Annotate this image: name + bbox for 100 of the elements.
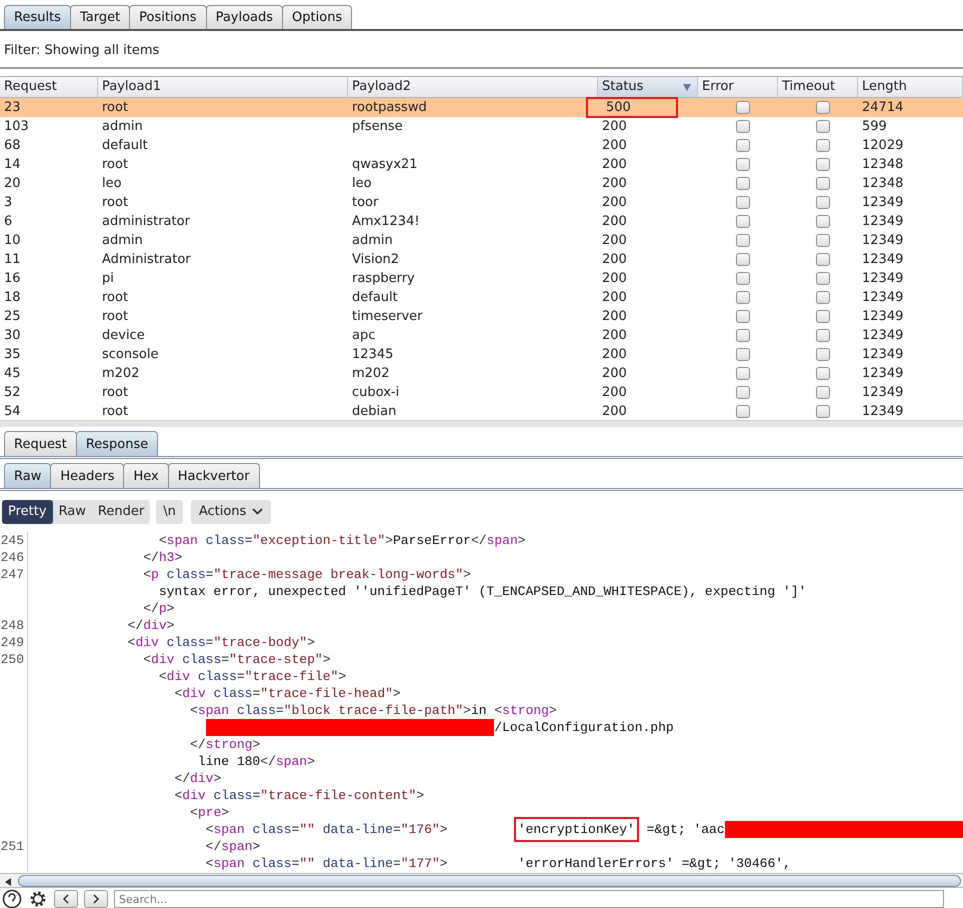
table-cell-text: 3 bbox=[3, 194, 14, 212]
table-cell-text: 200 bbox=[602, 156, 628, 174]
tab[interactable]: Target bbox=[70, 5, 130, 29]
table-cell-text: 200 bbox=[602, 384, 628, 402]
horizontal-scrollbar[interactable] bbox=[0, 873, 963, 888]
table-cell-text: 12345 bbox=[351, 346, 394, 364]
code-text: syntax error, unexpected ''unifiedPageT' (T_ENCAPSED_AND_WHITESPACE), expecting ']' bbox=[158, 583, 806, 600]
table-cell-text: qwasyx21 bbox=[351, 156, 419, 174]
checkbox[interactable] bbox=[736, 348, 750, 361]
table-cell-text: root bbox=[101, 384, 130, 402]
checkbox[interactable] bbox=[736, 215, 750, 228]
filter-label[interactable]: Filter: Showing all items bbox=[4, 43, 160, 58]
table-row[interactable]: 23 root rootpasswd 500 24714 bbox=[0, 98, 963, 117]
checkbox[interactable] bbox=[816, 234, 830, 247]
checkbox[interactable] bbox=[816, 158, 830, 171]
checkbox[interactable] bbox=[816, 177, 830, 190]
checkbox[interactable] bbox=[736, 177, 750, 190]
column-header[interactable]: Request bbox=[0, 77, 98, 98]
help-icon[interactable] bbox=[2, 889, 22, 908]
newline-button[interactable]: \n bbox=[156, 500, 183, 524]
tab[interactable]: Options bbox=[282, 5, 352, 29]
checkbox[interactable] bbox=[816, 405, 830, 418]
code-text: </span> bbox=[206, 838, 260, 855]
checkbox[interactable] bbox=[816, 348, 830, 361]
checkbox[interactable] bbox=[736, 272, 750, 285]
table-cell-text: 12349 bbox=[861, 194, 904, 212]
table-cell-text: Vision2 bbox=[351, 251, 400, 269]
column-header[interactable]: Status bbox=[598, 77, 698, 98]
checkbox[interactable] bbox=[736, 310, 750, 323]
table-cell-text: 200 bbox=[602, 327, 628, 345]
actions-button[interactable]: Actions bbox=[190, 500, 272, 524]
table-cell-text: 12349 bbox=[861, 403, 904, 419]
tab[interactable]: Hackvertor bbox=[168, 463, 260, 488]
line-number: 249 bbox=[0, 634, 28, 651]
table-cell-text: 25 bbox=[3, 308, 22, 326]
table-cell-text: admin bbox=[351, 232, 394, 250]
checkbox[interactable] bbox=[736, 291, 750, 304]
table-cell-text: 18 bbox=[3, 289, 22, 307]
sort-icon[interactable] bbox=[683, 84, 691, 90]
checkbox[interactable] bbox=[816, 196, 830, 209]
checkbox[interactable] bbox=[736, 120, 750, 133]
checkbox[interactable] bbox=[816, 291, 830, 304]
column-header[interactable]: Payload1 bbox=[98, 77, 348, 98]
table-cell-text: 103 bbox=[3, 118, 30, 136]
table-cell-text: root bbox=[101, 99, 130, 117]
column-header[interactable]: Error bbox=[698, 77, 778, 98]
table-cell-text: root bbox=[101, 403, 130, 419]
table-cell-text: 200 bbox=[602, 137, 628, 155]
tab[interactable]: Hex bbox=[123, 463, 169, 488]
code-text: </strong> bbox=[190, 736, 260, 753]
table-cell-text: 12029 bbox=[861, 137, 904, 155]
tab[interactable]: Request bbox=[4, 431, 77, 456]
checkbox[interactable] bbox=[816, 215, 830, 228]
checkbox[interactable] bbox=[736, 234, 750, 247]
line-number: 246 bbox=[0, 549, 28, 566]
table-cell-text: 10 bbox=[3, 232, 22, 250]
tab[interactable]: Response bbox=[76, 431, 158, 456]
column-header[interactable]: Length bbox=[858, 77, 963, 98]
checkbox[interactable] bbox=[816, 139, 830, 152]
table-cell-text: pi bbox=[101, 270, 115, 288]
checkbox[interactable] bbox=[736, 101, 750, 114]
code-text: <div class="trace-step"> bbox=[143, 651, 331, 668]
line-number: 248 bbox=[0, 617, 28, 634]
checkbox[interactable] bbox=[816, 367, 830, 380]
checkbox[interactable] bbox=[816, 386, 830, 399]
checkbox[interactable] bbox=[736, 405, 750, 418]
checkbox[interactable] bbox=[816, 101, 830, 114]
table-cell-text: admin bbox=[101, 118, 144, 136]
checkbox[interactable] bbox=[816, 120, 830, 133]
checkbox[interactable] bbox=[736, 386, 750, 399]
checkbox[interactable] bbox=[736, 158, 750, 171]
checkbox[interactable] bbox=[736, 139, 750, 152]
checkbox[interactable] bbox=[736, 329, 750, 342]
column-header[interactable]: Timeout bbox=[778, 77, 858, 98]
table-cell-text: 12348 bbox=[861, 156, 904, 174]
table-cell-text: 16 bbox=[3, 270, 22, 288]
table-cell-text: 200 bbox=[602, 308, 628, 326]
tab[interactable]: Headers bbox=[50, 463, 124, 488]
table-cell-text: default bbox=[351, 289, 399, 307]
search-field[interactable]: Search... bbox=[114, 890, 944, 908]
settings-icon[interactable] bbox=[28, 889, 48, 908]
code-text: =&gt; 'aac bbox=[646, 821, 725, 838]
table-cell-text: sconsole bbox=[101, 346, 160, 364]
forward-button[interactable] bbox=[84, 890, 108, 908]
back-button[interactable] bbox=[54, 890, 78, 908]
checkbox[interactable] bbox=[736, 253, 750, 266]
column-header[interactable]: Payload2 bbox=[348, 77, 598, 98]
checkbox[interactable] bbox=[816, 272, 830, 285]
checkbox[interactable] bbox=[736, 367, 750, 380]
tab[interactable]: Raw bbox=[4, 463, 52, 488]
checkbox[interactable] bbox=[816, 310, 830, 323]
left-arrow-icon[interactable] bbox=[4, 878, 12, 886]
tab[interactable]: Payloads bbox=[206, 5, 284, 29]
table-cell-text: root bbox=[101, 308, 130, 326]
checkbox[interactable] bbox=[816, 329, 830, 342]
checkbox[interactable] bbox=[736, 196, 750, 209]
tab[interactable]: Results bbox=[4, 5, 71, 29]
tab[interactable]: Positions bbox=[129, 5, 207, 29]
checkbox[interactable] bbox=[816, 253, 830, 266]
mode-button[interactable]: Pretty bbox=[2, 500, 53, 524]
